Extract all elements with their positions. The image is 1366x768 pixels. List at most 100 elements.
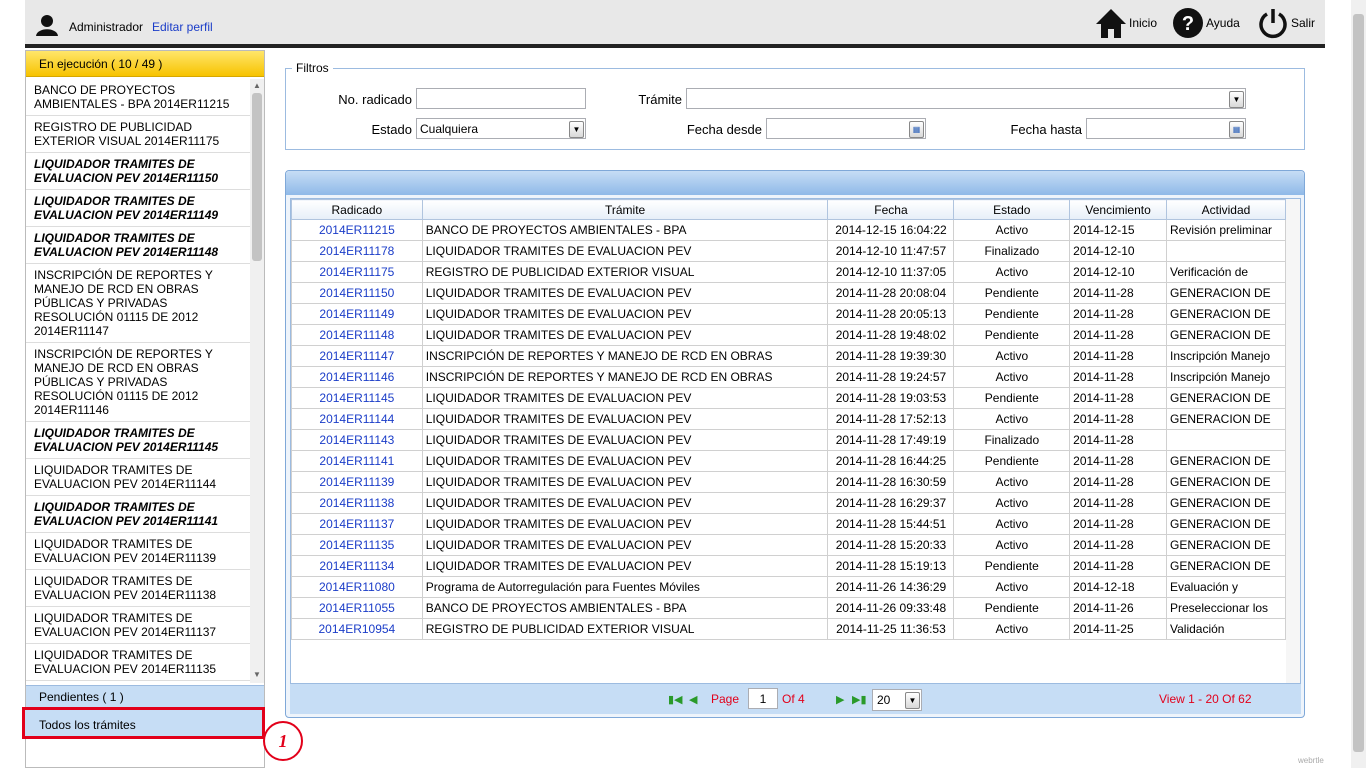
radicado-link[interactable]: 2014ER11148 [291, 324, 423, 346]
estado-select[interactable]: Cualquiera ▼ [416, 118, 586, 139]
table-row[interactable]: 2014ER11080 Programa de Autorregulación p… [291, 576, 1286, 598]
table-row[interactable]: 2014ER11135 LIQUIDADOR TRAMITES DE EVALUA… [291, 534, 1286, 556]
scroll-down-icon[interactable]: ▼ [253, 671, 261, 679]
table-row[interactable]: 2014ER11055 BANCO DE PROYECTOS AMBIENTALE… [291, 597, 1286, 619]
footer-mark: webrtle [1298, 756, 1324, 765]
list-item[interactable]: LIQUIDADOR TRAMITES DE EVALUACION PEV 20… [26, 644, 250, 681]
table-row[interactable]: 2014ER11148 LIQUIDADOR TRAMITES DE EVALUA… [291, 324, 1286, 346]
table-row[interactable]: 2014ER11149 LIQUIDADOR TRAMITES DE EVALUA… [291, 303, 1286, 325]
prev-page-icon[interactable]: ◀ [689, 693, 697, 706]
page-scrollbar[interactable] [1351, 0, 1366, 768]
table-row[interactable]: 2014ER11141 LIQUIDADOR TRAMITES DE EVALUA… [291, 450, 1286, 472]
inicio-button[interactable]: Inicio [1095, 5, 1157, 41]
section-all-procedures[interactable]: Todos los trámites [22, 707, 265, 739]
radicado-link[interactable]: 2014ER11139 [291, 471, 423, 493]
ayuda-button[interactable]: ? Ayuda [1172, 5, 1240, 41]
radicado-link[interactable]: 2014ER10954 [291, 618, 423, 640]
radicado-link[interactable]: 2014ER11150 [291, 282, 423, 304]
table-row[interactable]: 2014ER11139 LIQUIDADOR TRAMITES DE EVALUA… [291, 471, 1286, 493]
calendar-icon[interactable]: ▦ [909, 121, 924, 138]
table-row[interactable]: 2014ER11146 INSCRIPCIÓN DE REPORTES Y MAN… [291, 366, 1286, 388]
tramite-select[interactable]: ▼ [686, 88, 1246, 109]
list-item[interactable]: REGISTRO DE PUBLICIDAD EXTERIOR VISUAL 2… [26, 116, 250, 153]
table-row[interactable]: 2014ER11175 REGISTRO DE PUBLICIDAD EXTERI… [291, 261, 1286, 283]
list-item[interactable]: LIQUIDADOR TRAMITES DE EVALUACION PEV 20… [26, 570, 250, 607]
table-cell [1166, 240, 1286, 262]
radicado-link[interactable]: 2014ER11141 [291, 450, 423, 472]
table-row[interactable]: 2014ER11143 LIQUIDADOR TRAMITES DE EVALUA… [291, 429, 1286, 451]
column-header[interactable]: Fecha [827, 199, 955, 220]
table-row[interactable]: 2014ER10954 REGISTRO DE PUBLICIDAD EXTERI… [291, 618, 1286, 640]
list-item[interactable]: LIQUIDADOR TRAMITES DE EVALUACION PEV 20… [26, 190, 250, 227]
list-item[interactable]: LIQUIDADOR TRAMITES DE EVALUACION PEV 20… [26, 607, 250, 644]
table-cell: LIQUIDADOR TRAMITES DE EVALUACION PEV [421, 240, 829, 262]
salir-button[interactable]: Salir [1257, 5, 1315, 41]
page-size-select[interactable]: 20 ▼ [872, 689, 922, 711]
next-page-icon[interactable]: ▶ [836, 693, 844, 706]
list-item[interactable]: LIQUIDADOR TRAMITES DE EVALUACION PEV 20… [26, 459, 250, 496]
list-item[interactable]: INSCRIPCIÓN DE REPORTES Y MANEJO DE RCD … [26, 264, 250, 343]
table-row[interactable]: 2014ER11134 LIQUIDADOR TRAMITES DE EVALUA… [291, 555, 1286, 577]
table-row[interactable]: 2014ER11150 LIQUIDADOR TRAMITES DE EVALUA… [291, 282, 1286, 304]
column-header[interactable]: Trámite [421, 199, 829, 220]
column-header[interactable]: Actividad [1166, 199, 1286, 220]
radicado-link[interactable]: 2014ER11134 [291, 555, 423, 577]
table-row[interactable]: 2014ER11178 LIQUIDADOR TRAMITES DE EVALUA… [291, 240, 1286, 262]
radicado-link[interactable]: 2014ER11137 [291, 513, 423, 535]
table-row[interactable]: 2014ER11147 INSCRIPCIÓN DE REPORTES Y MAN… [291, 345, 1286, 367]
calendar-icon[interactable]: ▦ [1229, 121, 1244, 138]
radicado-link[interactable]: 2014ER11146 [291, 366, 423, 388]
grid-scrollbar[interactable] [1286, 199, 1300, 683]
section-running[interactable]: En ejecución ( 10 / 49 ) [26, 51, 264, 77]
table-cell: Activo [953, 618, 1071, 640]
radicado-link[interactable]: 2014ER11144 [291, 408, 423, 430]
radicado-link[interactable]: 2014ER11055 [291, 597, 423, 619]
radicado-link[interactable]: 2014ER11178 [291, 240, 423, 262]
list-item[interactable]: LIQUIDADOR TRAMITES DE EVALUACION PEV 20… [26, 227, 250, 264]
radicado-link[interactable]: 2014ER11149 [291, 303, 423, 325]
fecha-hasta-input[interactable]: ▦ [1086, 118, 1246, 139]
radicado-input[interactable] [416, 88, 586, 109]
sidebar-scroll-thumb[interactable] [252, 93, 262, 261]
radicado-link[interactable]: 2014ER11147 [291, 345, 423, 367]
column-header[interactable]: Radicado [291, 199, 423, 220]
list-item[interactable]: LIQUIDADOR TRAMITES DE EVALUACION PEV 20… [26, 153, 250, 190]
table-row[interactable]: 2014ER11137 LIQUIDADOR TRAMITES DE EVALUA… [291, 513, 1286, 535]
estado-label: Estado [371, 122, 412, 137]
list-item[interactable]: BANCO DE PROYECTOS AMBIENTALES - BPA 201… [26, 79, 250, 116]
list-item[interactable]: LIQUIDADOR TRAMITES DE EVALUACION PEV 20… [26, 496, 250, 533]
chevron-down-icon[interactable]: ▼ [569, 121, 584, 138]
list-item[interactable]: INSCRIPCIÓN DE REPORTES Y MANEJO DE RCD … [26, 343, 250, 422]
chevron-down-icon[interactable]: ▼ [1229, 91, 1244, 108]
table-row[interactable]: 2014ER11145 LIQUIDADOR TRAMITES DE EVALUA… [291, 387, 1286, 409]
column-header[interactable]: Vencimiento [1069, 199, 1167, 220]
table-cell: 2014-12-15 16:04:22 [827, 219, 955, 241]
last-page-icon[interactable]: ▶▮ [852, 693, 867, 706]
user-icon [36, 15, 58, 36]
section-pending[interactable]: Pendientes ( 1 ) [26, 685, 264, 707]
table-row[interactable]: 2014ER11144 LIQUIDADOR TRAMITES DE EVALUA… [291, 408, 1286, 430]
column-header[interactable]: Estado [953, 199, 1071, 220]
fecha-desde-input[interactable]: ▦ [766, 118, 926, 139]
list-item[interactable]: LIQUIDADOR TRAMITES DE EVALUACION PEV 20… [26, 422, 250, 459]
sidebar-scrollbar[interactable]: ▲ ▼ [250, 79, 264, 683]
first-page-icon[interactable]: ▮◀ [668, 693, 683, 706]
radicado-link[interactable]: 2014ER11138 [291, 492, 423, 514]
edit-profile-link[interactable]: Editar perfil [152, 20, 213, 34]
radicado-link[interactable]: 2014ER11175 [291, 261, 423, 283]
radicado-link[interactable]: 2014ER11143 [291, 429, 423, 451]
top-bar: Administrador Editar perfil Inicio ? Ayu… [25, 0, 1325, 44]
page-scroll-thumb[interactable] [1353, 14, 1364, 752]
radicado-link[interactable]: 2014ER11080 [291, 576, 423, 598]
radicado-link[interactable]: 2014ER11145 [291, 387, 423, 409]
table-row[interactable]: 2014ER11215 BANCO DE PROYECTOS AMBIENTALE… [291, 219, 1286, 241]
chevron-down-icon[interactable]: ▼ [905, 692, 920, 709]
table-row[interactable]: 2014ER11138 LIQUIDADOR TRAMITES DE EVALUA… [291, 492, 1286, 514]
list-item[interactable]: LIQUIDADOR TRAMITES DE EVALUACION PEV 20… [26, 533, 250, 570]
radicado-link[interactable]: 2014ER11135 [291, 534, 423, 556]
view-records-text: View 1 - 20 Of 62 [1159, 692, 1252, 706]
radicado-link[interactable]: 2014ER11215 [291, 219, 423, 241]
list-item[interactable]: LIQUIDADOR TRAMITES DE [26, 681, 250, 683]
page-input[interactable]: 1 [748, 688, 778, 709]
scroll-up-icon[interactable]: ▲ [253, 82, 261, 90]
